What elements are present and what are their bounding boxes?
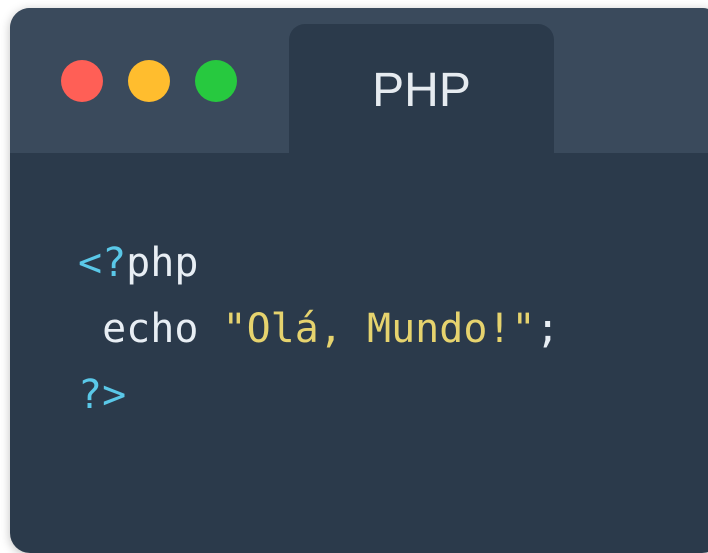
php-keyword: php (126, 240, 199, 286)
code-window: PHP <?php echo "Olá, Mundo!"; ?> (10, 8, 708, 553)
php-close-tag: ?> (78, 372, 127, 418)
semicolon: ; (535, 306, 560, 352)
tab-php[interactable]: PHP (289, 24, 554, 153)
code-line-3: ?> (78, 362, 560, 428)
code-block: <?php echo "Olá, Mundo!"; ?> (78, 230, 560, 428)
tab-label: PHP (372, 64, 471, 117)
code-line-1: <?php (78, 230, 560, 296)
window-controls (61, 60, 237, 102)
maximize-window-button[interactable] (195, 60, 237, 102)
echo-keyword: echo (102, 306, 199, 352)
php-open-tag: <? (78, 240, 127, 286)
string-literal: "Olá, Mundo!" (222, 306, 536, 352)
minimize-window-button[interactable] (128, 60, 170, 102)
code-line-2: echo "Olá, Mundo!"; (78, 296, 560, 362)
close-window-button[interactable] (61, 60, 103, 102)
